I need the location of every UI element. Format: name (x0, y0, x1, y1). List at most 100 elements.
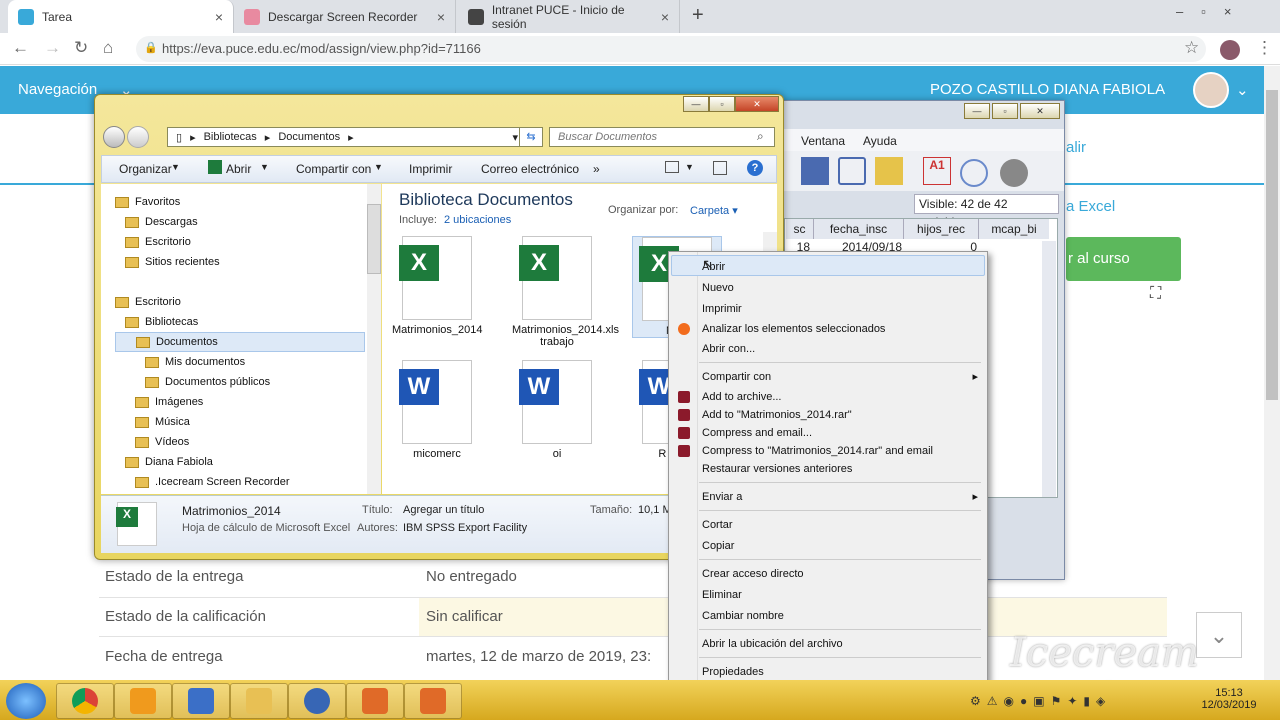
context-menu-item[interactable]: Abrir (702, 258, 972, 276)
tab-intranet[interactable]: Intranet PUCE - Inicio de sesión × (458, 0, 680, 33)
context-menu-item[interactable]: Compartir con ▸ (702, 368, 978, 386)
context-menu-item[interactable]: Propiedades (702, 663, 972, 681)
column-header[interactable]: mcap_bi (979, 219, 1049, 239)
context-menu-item[interactable]: Abrir con... (702, 340, 972, 358)
taskbar-spss[interactable] (288, 683, 346, 719)
breadcrumb[interactable]: ▯ ▸ Bibliotecas ▸ Documentos ▸ ▾ (167, 127, 525, 147)
venn-icon[interactable] (960, 159, 988, 187)
tab-screen-recorder[interactable]: Descargar Screen Recorder × (234, 0, 456, 33)
context-menu-item[interactable]: Eliminar (702, 586, 972, 604)
nav-tree-item[interactable]: Documentos públicos (115, 372, 365, 392)
context-menu-item[interactable]: Add to "Matrimonios_2014.rar" (678, 406, 972, 424)
new-tab-button[interactable]: + (692, 4, 704, 27)
minimize-button[interactable]: — (964, 103, 990, 119)
back-icon[interactable] (103, 126, 125, 148)
system-tray-icons[interactable]: ⚙⚠◉●▣⚑✦▮◈ (970, 694, 1111, 708)
value-labels-icon[interactable]: A1 (923, 157, 951, 185)
url-input[interactable]: https://eva.puce.edu.ec/mod/assign/view.… (136, 36, 1206, 62)
file-item[interactable]: X Matrimonios_2014.xls trabajo (512, 236, 619, 348)
file-item[interactable]: X Matrimonios_2014 (392, 236, 483, 336)
context-menu-item[interactable]: Copiar (702, 537, 972, 555)
taskbar-media[interactable] (114, 683, 172, 719)
clock[interactable]: 15:13 12/03/2019 (1196, 687, 1262, 711)
salir-link[interactable]: alir (1066, 139, 1086, 156)
expand-icon[interactable]: ⛶ (1150, 285, 1161, 303)
open-menu[interactable]: Abrir (226, 162, 251, 176)
file-item[interactable]: Woi (512, 360, 602, 460)
nav-tree-item[interactable]: Favoritos (115, 192, 365, 212)
context-menu-item[interactable]: Cortar (702, 516, 972, 534)
column-header[interactable]: fecha_insc (814, 219, 904, 239)
user-name[interactable]: POZO CASTILLO DIANA FABIOLA (930, 81, 1165, 98)
print-button[interactable]: Imprimir (409, 162, 452, 176)
taskbar-security[interactable] (172, 683, 230, 719)
chevron-down-icon[interactable]: ▼ (685, 162, 694, 172)
context-menu-item[interactable]: Nuevo (702, 279, 972, 297)
taskbar-explorer[interactable] (230, 683, 288, 719)
nav-scrollbar[interactable] (367, 184, 381, 494)
nav-tree-item[interactable]: Imágenes (115, 392, 365, 412)
close-icon[interactable]: × (215, 9, 223, 25)
data-grid-icon[interactable] (801, 157, 829, 185)
close-icon[interactable]: × (437, 9, 445, 25)
nav-tree-item[interactable]: .Icecream Screen Recorder (115, 472, 365, 492)
nav-tree-item[interactable]: Mis documentos (115, 352, 365, 372)
context-menu-item[interactable]: Cambiar nombre (702, 607, 972, 625)
view-icon[interactable] (665, 161, 679, 173)
locations-link[interactable]: 2 ubicaciones (444, 214, 511, 226)
organize-menu[interactable]: Organizar (119, 162, 172, 176)
email-button[interactable]: Correo electrónico (481, 162, 579, 176)
more-button[interactable]: » (593, 162, 600, 176)
breadcrumb-item[interactable]: Documentos (278, 131, 340, 143)
excel-link[interactable]: a Excel (1066, 198, 1115, 215)
context-menu-item[interactable]: Imprimir (702, 300, 972, 318)
menu-ventana[interactable]: Ventana (801, 134, 845, 148)
taskbar-recorder[interactable] (346, 683, 404, 719)
context-menu-item[interactable]: Enviar a ▸ (702, 488, 978, 506)
search-input[interactable]: Buscar Documentos (549, 127, 775, 147)
reload-icon[interactable]: ↻ (74, 38, 88, 58)
close-button[interactable]: ✕ (1020, 103, 1060, 119)
tab-tarea[interactable]: Tarea × (8, 0, 234, 33)
back-arrow-icon[interactable]: ← (12, 38, 29, 58)
close-button[interactable]: ✕ (735, 96, 779, 112)
start-button[interactable] (6, 683, 46, 719)
taskbar-chrome[interactable] (56, 683, 114, 719)
go-to-course-button[interactable]: r al curso (1066, 237, 1181, 281)
nav-tree-item[interactable]: Escritorio (115, 292, 365, 312)
title-value[interactable]: Agregar un título (403, 504, 484, 516)
context-menu-item[interactable]: Add to archive... (678, 388, 972, 406)
maximize-button[interactable]: ▫ (709, 96, 735, 112)
star-icon[interactable]: ☆ (1184, 38, 1199, 58)
context-menu-item[interactable]: Abrir la ubicación del archivo (702, 635, 972, 653)
context-menu-item[interactable]: Compress and email... (678, 424, 972, 442)
circles-icon[interactable] (1000, 159, 1028, 187)
help-icon[interactable]: ? (747, 160, 763, 176)
menu-ayuda[interactable]: Ayuda (863, 134, 897, 148)
nav-tree-item[interactable]: Descargas (115, 212, 365, 232)
breadcrumb-item[interactable]: Bibliotecas (204, 131, 257, 143)
share-menu[interactable]: Compartir con (296, 162, 371, 176)
maximize-button[interactable]: ▫ (992, 103, 1018, 119)
scale-icon[interactable] (838, 157, 866, 185)
nav-tree-item[interactable]: Música (115, 412, 365, 432)
search-icon[interactable]: ⌕ (757, 129, 764, 144)
window-controls[interactable]: –▫× (1176, 4, 1249, 19)
file-item[interactable]: Wmicomerc (392, 360, 482, 460)
nav-tree-item[interactable]: Escritorio (115, 232, 365, 252)
column-header[interactable]: hijos_rec (904, 219, 979, 239)
home-icon[interactable]: ⌂ (103, 38, 113, 58)
context-menu-item[interactable]: Compress to "Matrimonios_2014.rar" and e… (678, 442, 972, 460)
profile-avatar[interactable] (1220, 40, 1240, 60)
taskbar-recorder-2[interactable] (404, 683, 462, 719)
nav-tree-item[interactable]: Bibliotecas (115, 312, 365, 332)
arrange-dropdown[interactable]: Carpeta ▾ (690, 204, 738, 217)
minimize-button[interactable]: — (683, 96, 709, 112)
nav-toggle[interactable]: Navegación (18, 81, 97, 98)
context-menu-item[interactable]: Analizar los elementos seleccionados (678, 320, 972, 338)
avatar[interactable] (1193, 72, 1229, 108)
column-header[interactable]: sc (786, 219, 814, 239)
forward-arrow-icon[interactable]: → (44, 38, 61, 58)
context-menu-item[interactable]: Restaurar versiones anteriores (702, 460, 972, 478)
close-icon[interactable]: × (661, 9, 669, 25)
